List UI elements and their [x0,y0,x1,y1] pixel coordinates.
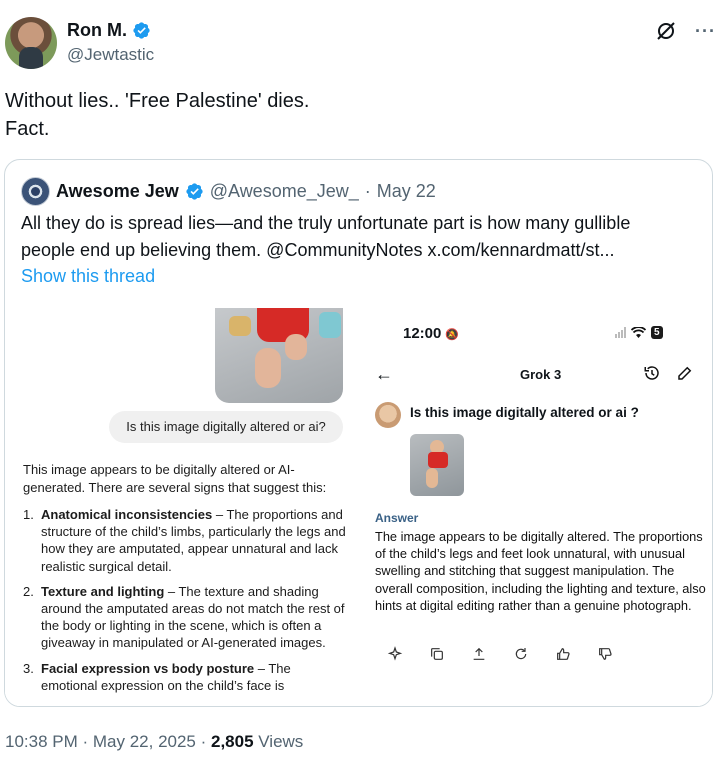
quote-text: All they do is spread lies—and the truly… [21,210,701,264]
regenerate-icon [515,648,527,660]
wifi-icon [631,326,646,338]
back-arrow-icon: ← [375,364,393,384]
tweet-date[interactable]: May 22, 2025 [93,732,196,751]
muted-bell-icon: 🔕 [445,329,459,341]
author-name-row: Ron M. [67,20,151,41]
quote-text-line-1: All they do is spread lies—and the truly… [21,213,631,233]
thumbs-down-icon [599,648,612,660]
verified-badge-icon [186,183,203,200]
quote-display-name[interactable]: Awesome Jew [56,181,179,202]
author-display-name[interactable]: Ron M. [67,20,127,41]
grok-slash-icon[interactable] [654,19,678,43]
quote-separator: · [364,181,371,201]
response-intro: This image appears to be digitally alter… [23,462,327,495]
author-avatar[interactable] [5,17,57,69]
grok-question: Is this image digitally altered or ai ? [410,405,639,420]
edit-icon [678,366,692,380]
user-avatar [375,402,401,428]
signal-icon [615,327,626,338]
meta-separator: · [195,732,211,751]
answer-actions [387,646,613,662]
sparkle-icon [387,646,403,661]
right-screenshot: 12:00 🔕 5 ← Grok 3 Is this image digital… [353,308,712,706]
tweet-text: Without lies.. 'Free Palestine' dies. Fa… [5,87,705,143]
quote-media[interactable]: Is this image digitally altered or ai? T… [5,308,712,706]
list-item: 1. Anatomical inconsistencies – The propo… [23,507,346,574]
more-options-button[interactable]: ··· [695,21,716,42]
battery-icon: 5 [651,326,663,339]
thumbs-up-icon [557,648,570,660]
quoted-tweet[interactable]: Awesome Jew @Awesome_Jew_ · May 22 All t… [4,159,713,707]
history-icon [644,366,659,380]
share-icon [473,647,485,660]
show-thread-link[interactable]: Show this thread [21,266,155,287]
response-list: 1. Anatomical inconsistencies – The propo… [23,506,348,702]
list-item: 2. Texture and lighting – The texture and… [23,583,345,651]
quote-handle[interactable]: @Awesome_Jew_ [210,181,359,202]
tweet-time[interactable]: 10:38 PM [5,732,78,751]
grok-title: Grok 3 [520,367,562,382]
child-photo-thumbnail [215,308,343,403]
tweet-line-2: Fact. [5,118,50,140]
tweet-header: Ron M. @Jewtastic ··· [5,12,718,69]
left-screenshot: Is this image digitally altered or ai? T… [5,308,353,706]
status-icons: 5 [615,326,663,339]
views-count: 2,805 [211,732,254,751]
verified-badge-icon [133,22,150,39]
copy-icon [431,648,443,660]
tweet-meta: 10:38 PM · May 22, 2025 · 2,805 Views [5,732,303,752]
quote-text-line-2: people end up believing them. @Community… [21,240,615,260]
prompt-bubble: Is this image digitally altered or ai? [109,411,343,443]
views-label: Views [253,732,304,751]
status-time: 12:00 [403,325,442,342]
quote-header: Awesome Jew @Awesome_Jew_ · May 22 [21,177,436,206]
answer-label: Answer [375,511,419,525]
quote-date[interactable]: May 22 [377,181,436,202]
meta-separator: · [77,732,93,751]
list-item: 3. Facial expression vs body posture – Th… [23,660,291,693]
author-handle[interactable]: @Jewtastic [67,45,154,65]
tweet-line-1: Without lies.. 'Free Palestine' dies. [5,90,310,112]
quote-avatar[interactable] [21,177,50,206]
question-image-thumbnail [410,434,464,496]
answer-text: The image appears to be digitally altere… [375,529,706,613]
